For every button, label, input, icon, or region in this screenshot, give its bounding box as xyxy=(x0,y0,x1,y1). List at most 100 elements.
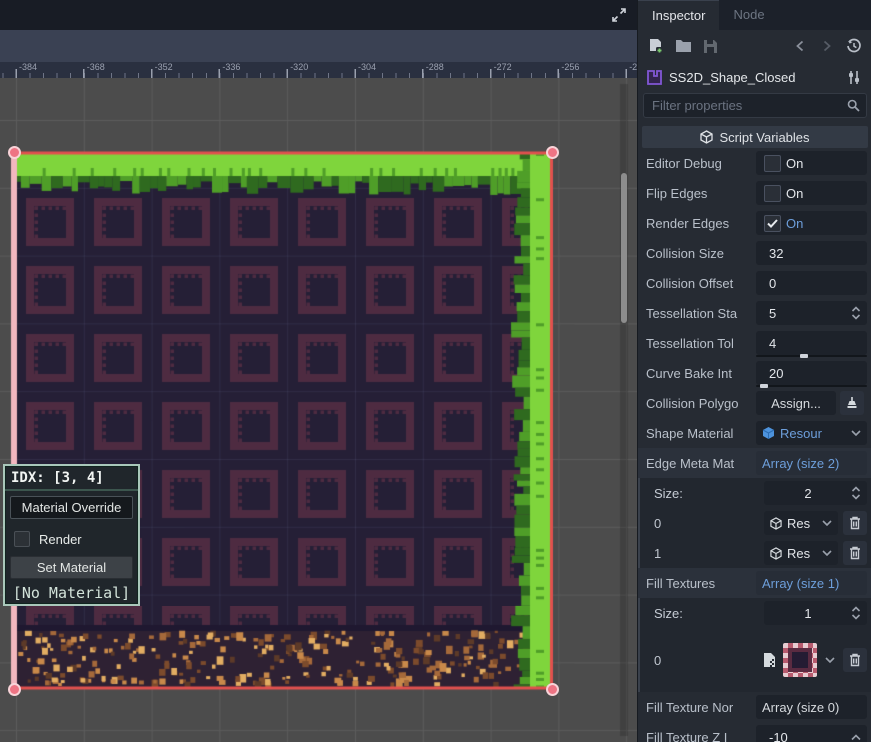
spinner-updown-icon[interactable] xyxy=(851,486,861,500)
inspector-tab-bar: Inspector Node xyxy=(638,0,871,30)
canvas-shape-render[interactable] xyxy=(0,78,637,742)
curve-bake-interval-field[interactable]: 20 xyxy=(756,361,867,385)
spinner-updown-icon[interactable] xyxy=(851,606,861,620)
expand-icon[interactable] xyxy=(609,5,629,25)
fill-textures-array-link[interactable]: Array (size 1) xyxy=(756,571,867,595)
prop-label: Tessellation Tol xyxy=(646,336,756,351)
material-override-button[interactable]: Material Override xyxy=(10,496,133,519)
ruler-label: -240 xyxy=(629,62,637,72)
prop-row-edge-meta-materials: Edge Meta Mat Array (size 2) xyxy=(638,448,871,478)
godot-editor-window: -384-368-352-336-320-304-288-272-256-240… xyxy=(0,0,871,742)
array-size-text: Array (size 2) xyxy=(762,456,839,471)
trash-icon[interactable] xyxy=(843,541,867,565)
item-index: 0 xyxy=(648,653,762,668)
fill-textures-size-field[interactable]: 1 xyxy=(764,601,867,625)
history-back-icon[interactable] xyxy=(790,36,810,56)
save-resource-icon[interactable] xyxy=(700,36,720,56)
prop-label: Fill Texture Nor xyxy=(646,700,756,715)
edge-meta-size-field[interactable]: 2 xyxy=(764,481,867,505)
slider-track[interactable] xyxy=(756,355,867,357)
tessellation-tolerance-field[interactable]: 4 xyxy=(756,331,867,355)
prop-row-fill-texture-z-index: Fill Texture Z I -10 xyxy=(638,722,871,742)
resource-cube-icon xyxy=(762,426,775,440)
prop-row-editor-debug: Editor Debug On xyxy=(638,148,871,178)
tab-inspector[interactable]: Inspector xyxy=(638,0,719,31)
history-forward-icon[interactable] xyxy=(817,36,837,56)
shape-point-handle-bottom-right[interactable] xyxy=(546,683,559,696)
ruler-label: -288 xyxy=(426,62,444,72)
spinner-up-icon[interactable] xyxy=(851,734,861,741)
render-edges-checkbox-field[interactable]: On xyxy=(756,211,867,235)
shape-point-handle-top-right[interactable] xyxy=(546,146,559,159)
array-item-row: 1 Res xyxy=(640,538,871,568)
ss2d-node-icon xyxy=(646,69,663,86)
prop-label: Edge Meta Mat xyxy=(646,456,756,471)
fill-texture-normals-array-link[interactable]: Array (size 0) xyxy=(756,695,867,719)
filter-properties-input[interactable] xyxy=(650,97,841,114)
prop-row-collision-offset: Collision Offset 0 xyxy=(638,268,871,298)
item-index: 1 xyxy=(648,546,764,561)
inspector-panel: Inspector Node xyxy=(637,0,871,742)
prop-row-tessellation-stages: Tessellation Sta 5 xyxy=(638,298,871,328)
ruler-label: -368 xyxy=(87,62,105,72)
spinner-updown-icon[interactable] xyxy=(851,306,861,320)
search-icon xyxy=(847,99,860,112)
field-value: 0 xyxy=(762,276,776,291)
render-checkbox-row[interactable]: Render xyxy=(14,531,133,547)
viewport-vertical-scrollbar[interactable] xyxy=(621,173,627,323)
checkbox-unchecked[interactable] xyxy=(764,185,781,202)
chevron-down-icon[interactable] xyxy=(851,430,861,436)
assign-node-button[interactable]: Assign... xyxy=(756,391,836,415)
prop-row-flip-edges: Flip Edges On xyxy=(638,178,871,208)
size-label: Size: xyxy=(648,486,764,501)
tab-node[interactable]: Node xyxy=(719,0,778,30)
prop-row-render-edges: Render Edges On xyxy=(638,208,871,238)
prop-label: Tessellation Sta xyxy=(646,306,756,321)
section-script-variables[interactable]: Script Variables xyxy=(642,126,868,148)
chevron-down-icon[interactable] xyxy=(825,657,835,663)
collision-offset-field[interactable]: 0 xyxy=(756,271,867,295)
shape-point-handle-bottom-left[interactable] xyxy=(8,683,21,696)
edge-meta-item-0-resource[interactable]: Res xyxy=(764,511,838,535)
field-value: 2 xyxy=(804,486,811,501)
slider-track[interactable] xyxy=(756,385,867,387)
pick-node-broom-icon[interactable] xyxy=(840,391,864,415)
chevron-down-icon[interactable] xyxy=(822,520,832,526)
shape-material-resource-field[interactable]: Resour xyxy=(756,421,867,445)
inspector-toolbar xyxy=(638,30,871,62)
new-resource-icon[interactable] xyxy=(646,36,666,56)
object-history-icon[interactable] xyxy=(844,36,864,56)
shape-point-handle-top-left[interactable] xyxy=(8,146,21,159)
set-material-button[interactable]: Set Material xyxy=(10,556,133,579)
ruler-label: -304 xyxy=(358,62,376,72)
checkbox-unchecked[interactable] xyxy=(764,155,781,172)
checkbox-checked[interactable] xyxy=(764,215,781,232)
ruler-label: -320 xyxy=(290,62,308,72)
fill-texture-z-index-field[interactable]: -10 xyxy=(756,725,867,742)
property-list: Script Variables Editor Debug On Flip Ed… xyxy=(638,120,871,742)
edge-meta-item-1-resource[interactable]: Res xyxy=(764,541,838,565)
load-resource-folder-icon[interactable] xyxy=(673,36,693,56)
field-value: 1 xyxy=(804,606,811,621)
slider-grabber[interactable] xyxy=(760,384,768,388)
checkbox-text: On xyxy=(786,156,803,171)
trash-icon[interactable] xyxy=(843,511,867,535)
extra-resource-options-icon[interactable] xyxy=(844,67,864,87)
ruler-label: -336 xyxy=(222,62,240,72)
editor-debug-checkbox-field[interactable]: On xyxy=(756,151,867,175)
texture-item-row: 0 xyxy=(640,628,871,692)
trash-icon[interactable] xyxy=(843,648,867,672)
tessellation-stages-field[interactable]: 5 xyxy=(756,301,867,325)
flip-edges-checkbox-field[interactable]: On xyxy=(756,181,867,205)
2d-viewport[interactable]: -384-368-352-336-320-304-288-272-256-240… xyxy=(0,0,637,742)
slider-grabber[interactable] xyxy=(800,354,808,358)
filter-properties-box[interactable] xyxy=(643,93,867,118)
ruler-label: -384 xyxy=(19,62,37,72)
collision-size-field[interactable]: 32 xyxy=(756,241,867,265)
render-checkbox[interactable] xyxy=(14,531,30,547)
edge-meta-array-link[interactable]: Array (size 2) xyxy=(756,451,867,475)
fill-texture-preview[interactable] xyxy=(783,643,817,677)
prop-label: Flip Edges xyxy=(646,186,756,201)
chevron-down-icon[interactable] xyxy=(822,550,832,556)
array-item-row: 0 Res xyxy=(640,508,871,538)
